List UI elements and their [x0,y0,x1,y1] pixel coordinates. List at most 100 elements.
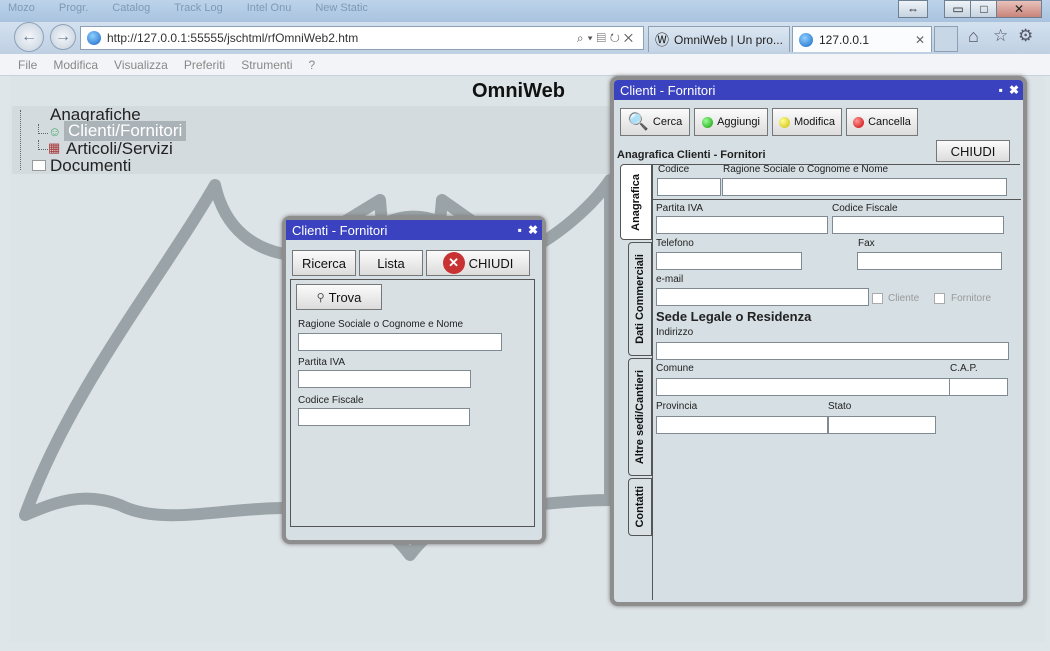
favorite-item[interactable]: New Static [315,2,368,16]
back-button[interactable]: ← [14,22,44,52]
label-comune: Comune [656,363,694,374]
stato-input[interactable] [828,416,936,434]
close-icon[interactable]: ✖ [528,223,538,237]
close-window-button[interactable]: ✕ [996,0,1042,18]
tab-omniweb[interactable]: Ⓦ OmniWeb | Un pro... [648,26,790,52]
tree-connector [20,110,21,170]
label-piva: Partita IVA [298,357,346,368]
favorite-item[interactable]: Track Log [174,2,223,16]
trova-button[interactable]: ⚲ Trova [296,284,382,310]
tab-localhost[interactable]: 127.0.0.1 ✕ [792,26,932,52]
address-bar[interactable]: http://127.0.0.1:55555/jschtml/rfOmniWeb… [80,26,644,50]
tab-label: 127.0.0.1 [819,32,870,47]
menu-modifica[interactable]: Modifica [53,58,98,72]
magnifier-icon: 🔍 [627,112,649,131]
close-icon[interactable]: ✖ [1009,83,1019,97]
address-actions-icon[interactable]: ⌕▾▤↻✕ [577,31,637,46]
menu-visualizza[interactable]: Visualizza [114,58,168,72]
label-telefono: Telefono [656,238,694,249]
label-ragione: Ragione Sociale o Cognome e Nome [723,164,889,175]
trova-label: Trova [328,289,362,305]
red-dot-icon [853,116,865,128]
tab-anagrafica[interactable]: Anagrafica [620,164,652,240]
chiudi-button[interactable]: ✕ CHIUDI [426,250,530,276]
forward-button[interactable]: → [50,24,76,50]
search-panel: ⚲ Trova Ragione Sociale o Cognome e Nome… [290,279,535,527]
restore-button[interactable]: ⇔ [898,0,928,18]
tab-altre-sedi[interactable]: Altre sedi/Cantieri [628,358,652,476]
label-cap: C.A.P. [950,363,978,374]
anagrafica-panel: Codice Ragione Sociale o Cognome e Nome … [652,164,1021,600]
ragione-input[interactable] [722,178,1007,196]
sede-heading: Sede Legale o Residenza [656,309,812,324]
chiudi-button[interactable]: CHIUDI [936,140,1010,162]
label-email: e-mail [656,274,684,285]
tab-ricerca[interactable]: Ricerca [292,250,356,276]
cap-input[interactable] [949,378,1008,396]
tree-node-clienti-fornitori[interactable]: Clienti/Fornitori [64,121,187,141]
favorite-item[interactable]: Intel Onu [247,2,292,16]
ragione-input[interactable] [298,333,502,351]
wordpress-icon: Ⓦ [655,31,669,48]
piva-input[interactable] [298,370,471,388]
provincia-input[interactable] [656,416,828,434]
favorites-star-icon[interactable]: ☆ [993,26,1008,46]
address-url: http://127.0.0.1:55555/jschtml/rfOmniWeb… [107,31,359,45]
tree-connector [38,140,48,150]
modifica-label: Modifica [794,116,835,128]
dialog-title: Clienti - Fornitori [620,83,716,98]
close-circle-icon: ✕ [442,252,465,274]
favorite-item[interactable]: Progr. [59,2,88,16]
label-provincia: Provincia [656,401,698,412]
fornitore-checkbox[interactable] [934,293,945,304]
back-arrow-icon: ← [21,28,37,45]
favorite-item[interactable]: Mozo [8,2,35,16]
tab-contatti[interactable]: Contatti [628,478,652,536]
green-dot-icon [702,116,714,128]
aggiungi-button[interactable]: Aggiungi [694,108,768,136]
settings-gear-icon[interactable]: ⚙ [1018,26,1033,46]
cf-input[interactable] [832,216,1004,234]
edit-dialog: Clienti - Fornitori ▪ ✖ 🔍 Cerca Aggiungi… [610,76,1027,606]
maximize-button[interactable]: □ [970,0,998,18]
label-piva: Partita IVA [656,203,704,214]
tab-label: OmniWeb | Un pro... [674,32,783,47]
tree-node-documenti[interactable]: Documenti [50,156,131,176]
favorites-bar: Mozo Progr. Catalog Track Log Intel Onu … [0,0,880,18]
binoculars-icon: ⚲ [316,291,325,304]
fax-input[interactable] [857,252,1002,270]
codice-input[interactable] [657,178,721,196]
tab-lista[interactable]: Lista [359,250,423,276]
comune-input[interactable] [656,378,950,396]
dialog-title: Clienti - Fornitori [292,223,388,238]
indirizzo-input[interactable] [656,342,1009,360]
modifica-button[interactable]: Modifica [772,108,842,136]
cf-input[interactable] [298,408,470,426]
menu-help[interactable]: ? [309,58,316,72]
maximize-icon[interactable]: ▪ [999,83,1003,97]
cliente-checkbox[interactable] [872,293,883,304]
menu-file[interactable]: File [18,58,37,72]
cancella-button[interactable]: Cancella [846,108,918,136]
cerca-button[interactable]: 🔍 Cerca [620,108,690,136]
email-input[interactable] [656,288,869,306]
tab-dati-commerciali[interactable]: Dati Commerciali [628,242,652,356]
favorite-item[interactable]: Catalog [112,2,150,16]
minimize-button[interactable]: ▭ [944,0,972,18]
menu-preferiti[interactable]: Preferiti [184,58,225,72]
home-icon[interactable]: ⌂ [968,26,979,47]
forward-arrow-icon: → [55,28,71,45]
search-dialog-titlebar[interactable]: Clienti - Fornitori ▪ ✖ [286,220,542,240]
tree-connector [38,124,48,134]
close-tab-icon[interactable]: ✕ [915,33,925,47]
telefono-input[interactable] [656,252,802,270]
piva-input[interactable] [656,216,828,234]
aggiungi-label: Aggiungi [717,116,760,128]
edit-dialog-titlebar[interactable]: Clienti - Fornitori ▪ ✖ [614,80,1023,100]
client-icon: ☺ [48,124,62,139]
chiudi-label: CHIUDI [468,255,514,271]
maximize-icon[interactable]: ▪ [518,223,522,237]
brand-title: OmniWeb [472,80,565,102]
menu-strumenti[interactable]: Strumenti [241,58,292,72]
new-tab-button[interactable] [934,26,958,52]
